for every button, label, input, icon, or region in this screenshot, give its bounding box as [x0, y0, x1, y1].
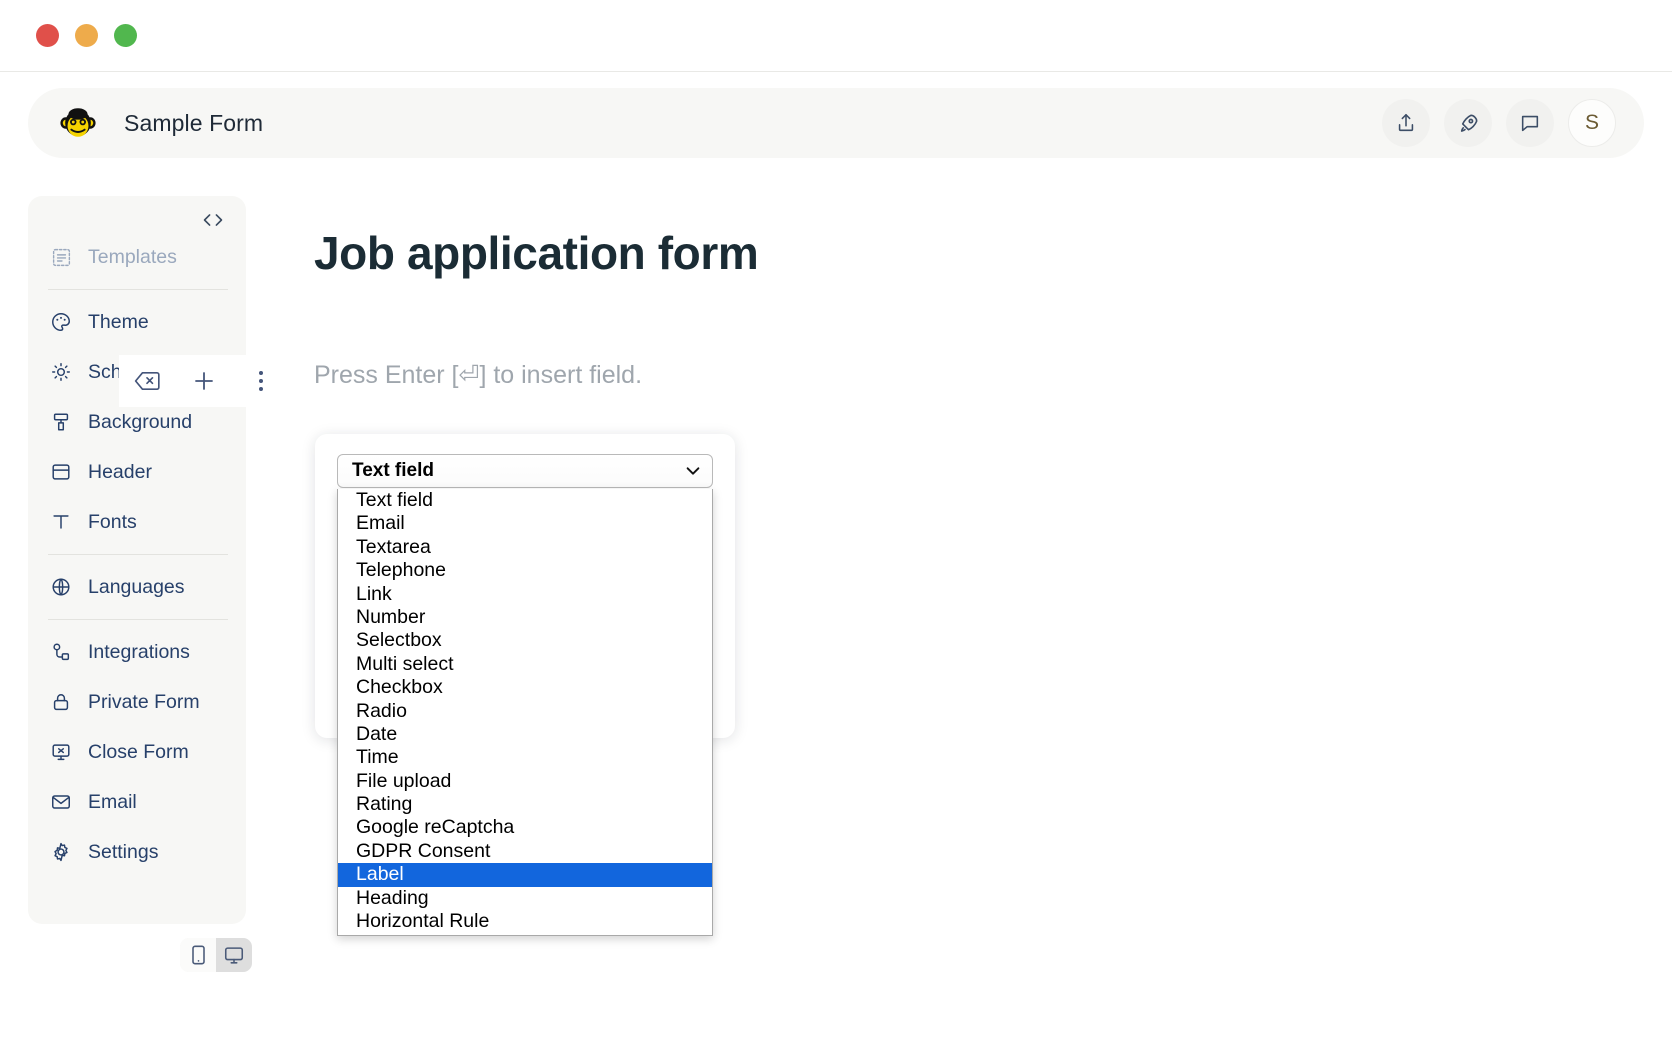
field-type-option[interactable]: Date — [338, 723, 712, 746]
sidebar-item-integrations[interactable]: Integrations — [28, 627, 246, 677]
lock-icon — [48, 689, 74, 715]
globe-icon — [48, 574, 74, 600]
sidebar-item-close-form[interactable]: Close Form — [28, 727, 246, 777]
envelope-icon — [48, 789, 74, 815]
field-type-option[interactable]: Radio — [338, 700, 712, 723]
sidebar-item-label: Header — [88, 460, 152, 483]
palette-icon — [48, 309, 74, 335]
field-type-option[interactable]: Heading — [338, 887, 712, 910]
page-title[interactable]: Job application form — [314, 226, 759, 280]
plug-nodes-icon — [48, 639, 74, 665]
templates-icon — [48, 244, 74, 270]
field-type-option[interactable]: Multi select — [338, 653, 712, 676]
sidebar-item-label: Integrations — [88, 640, 190, 663]
more-options-button[interactable] — [241, 361, 281, 401]
monkey-face-logo-icon — [58, 103, 98, 143]
header-layout-icon — [48, 459, 74, 485]
block-toolbar — [119, 355, 289, 407]
field-type-option[interactable]: Checkbox — [338, 676, 712, 699]
sidebar-item-fonts[interactable]: Fonts — [28, 497, 246, 547]
field-type-option[interactable]: GDPR Consent — [338, 840, 712, 863]
sidebar-item-label: Theme — [88, 310, 149, 333]
field-type-option[interactable]: Rating — [338, 793, 712, 816]
gear-icon — [48, 839, 74, 865]
sidebar-item-private-form[interactable]: Private Form — [28, 677, 246, 727]
field-type-option[interactable]: Email — [338, 512, 712, 535]
field-type-option[interactable]: Google reCaptcha — [338, 816, 712, 839]
sidebar-item-theme[interactable]: Theme — [28, 297, 246, 347]
sidebar-item-label: Languages — [88, 575, 185, 598]
app-window: Sample Form S Templates Theme Background… — [0, 0, 1672, 1040]
device-preview-toggle — [180, 938, 252, 972]
sidebar-divider — [48, 619, 228, 620]
chevron-down-icon — [684, 462, 702, 480]
field-type-select-value: Text field — [352, 460, 434, 481]
sidebar-item-label: Email — [88, 790, 137, 813]
sidebar-item-label: Background — [88, 410, 193, 433]
app-title: Sample Form — [124, 109, 264, 136]
app-header-bar: Sample Form S — [28, 88, 1644, 158]
zoom-window-button[interactable] — [114, 24, 137, 47]
sidebar-item-email[interactable]: Email — [28, 777, 246, 827]
text-t-icon — [48, 509, 74, 535]
delete-field-button[interactable] — [127, 361, 167, 401]
field-type-option[interactable]: Selectbox — [338, 629, 712, 652]
sidebar: Templates Theme Scheme — [28, 196, 246, 924]
sidebar-item-label: Settings — [88, 840, 159, 863]
share-button[interactable] — [1382, 99, 1430, 147]
sidebar-item-label: Templates — [88, 245, 177, 268]
field-type-select[interactable]: Text field — [337, 454, 713, 488]
sidebar-item-label: Fonts — [88, 510, 137, 533]
field-type-option[interactable]: Telephone — [338, 559, 712, 582]
avatar[interactable]: S — [1568, 99, 1616, 147]
mobile-preview-button[interactable] — [180, 938, 216, 972]
sun-moon-icon — [48, 359, 74, 385]
field-type-option[interactable]: Time — [338, 746, 712, 769]
sidebar-item-header[interactable]: Header — [28, 447, 246, 497]
field-type-option[interactable]: Horizontal Rule — [338, 910, 712, 933]
paint-roller-icon — [48, 409, 74, 435]
header-actions: S — [1382, 99, 1616, 147]
sidebar-item-label: Private Form — [88, 690, 200, 713]
add-field-button[interactable] — [184, 361, 224, 401]
field-type-option[interactable]: Number — [338, 606, 712, 629]
code-brackets-icon[interactable] — [28, 206, 246, 232]
traffic-light-buttons — [36, 24, 137, 47]
minimize-window-button[interactable] — [75, 24, 98, 47]
field-type-option[interactable]: Label — [338, 863, 712, 887]
publish-button[interactable] — [1444, 99, 1492, 147]
close-window-button[interactable] — [36, 24, 59, 47]
sidebar-item-templates: Templates — [28, 232, 246, 282]
window-titlebar — [0, 0, 1672, 72]
sidebar-item-label: Close Form — [88, 740, 189, 763]
comments-button[interactable] — [1506, 99, 1554, 147]
insert-field-hint[interactable]: Press Enter [⏎] to insert field. — [314, 360, 642, 390]
sidebar-item-settings[interactable]: Settings — [28, 827, 246, 877]
sidebar-item-languages[interactable]: Languages — [28, 562, 246, 612]
monitor-x-icon — [48, 739, 74, 765]
field-type-option[interactable]: Link — [338, 583, 712, 606]
field-type-option-list[interactable]: Text field Email Textarea Telephone Link Numb… — [337, 489, 713, 936]
sidebar-divider — [48, 554, 228, 555]
field-type-option[interactable]: Text field — [338, 489, 712, 512]
field-type-option[interactable]: File upload — [338, 770, 712, 793]
field-type-option[interactable]: Textarea — [338, 536, 712, 559]
sidebar-divider — [48, 289, 228, 290]
